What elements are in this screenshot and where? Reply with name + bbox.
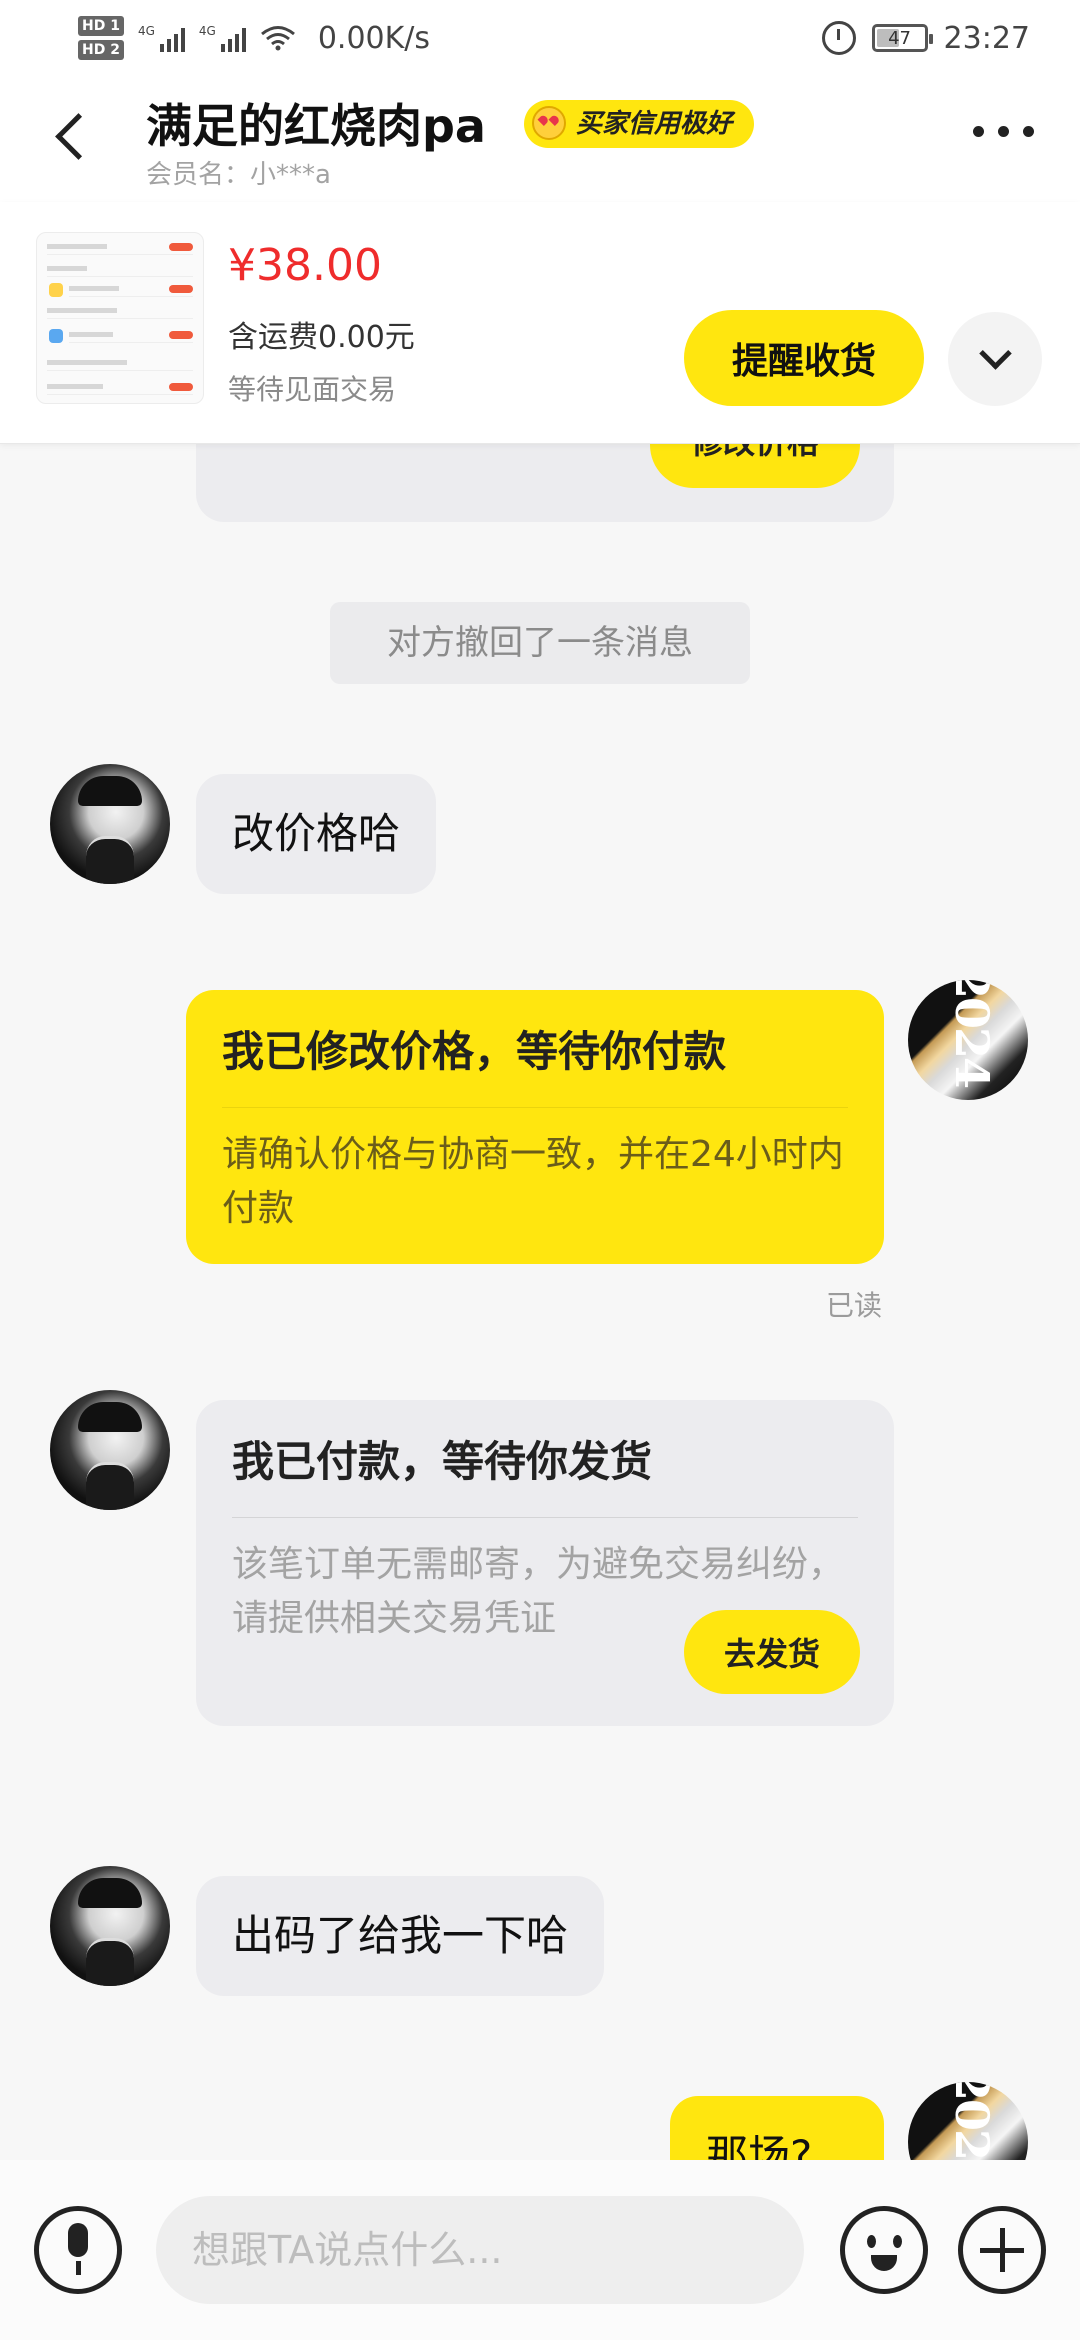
- message-bubble[interactable]: 那场?: [670, 2096, 884, 2160]
- chat-header: 满足的红烧肉pa 买家信用极好 会员名：小***a: [0, 74, 1080, 202]
- credit-badge-label: 买家信用极好: [576, 109, 733, 139]
- wifi-icon: [260, 26, 295, 51]
- price-modified-card[interactable]: 我已修改价格，等待你付款 请确认价格与协商一致，并在24小时内付款: [186, 990, 884, 1264]
- plus-icon[interactable]: [958, 2206, 1046, 2294]
- member-name: 会员名：小***a: [146, 160, 331, 190]
- read-receipt: 已读: [826, 1289, 883, 1322]
- back-arrow-icon[interactable]: [44, 106, 104, 166]
- my-avatar[interactable]: [908, 2082, 1028, 2160]
- order-price: ¥38.00: [228, 240, 382, 291]
- network-speed: 0.00K/s: [317, 20, 431, 56]
- shipping-fee: 含运费0.00元: [228, 320, 415, 355]
- page-title: 满足的红烧肉pa: [146, 99, 486, 153]
- modify-price-button[interactable]: 修改价格: [650, 444, 860, 488]
- message-bubble[interactable]: 出码了给我一下哈: [196, 1876, 605, 1996]
- network-type-2: 4G: [198, 24, 216, 38]
- card-title: 我已付款，等待你发货: [232, 1437, 653, 1486]
- paid-card[interactable]: 我已付款，等待你发货 该笔订单无需邮寄，为避免交易纠纷，请提供相关交易凭证 去发…: [196, 1400, 894, 1726]
- clock: 23:27: [943, 20, 1030, 56]
- avatar[interactable]: [50, 1390, 170, 1510]
- status-left: HD 1 HD 2 4G 4G 0.00K/s: [78, 10, 430, 66]
- input-bar: [0, 2160, 1080, 2340]
- system-message: 对方撤回了一条消息: [330, 602, 750, 684]
- trade-status: 等待见面交易: [228, 373, 397, 406]
- credit-badge[interactable]: 买家信用极好: [524, 100, 755, 148]
- ship-button[interactable]: 去发货: [684, 1610, 860, 1694]
- order-card[interactable]: ¥38.00 含运费0.00元 等待见面交易 提醒收货: [0, 202, 1080, 444]
- chevron-down-icon[interactable]: [948, 312, 1042, 406]
- message-input[interactable]: [156, 2196, 804, 2304]
- product-thumbnail[interactable]: [36, 232, 204, 404]
- message-card-partial: 修改价格: [196, 444, 894, 522]
- card-body: 请确认价格与协商一致，并在24小时内付款: [222, 1134, 844, 1229]
- avatar[interactable]: [50, 1866, 170, 1986]
- hd1-badge: HD 1: [78, 16, 124, 36]
- avatar[interactable]: [50, 764, 170, 884]
- signal-icon-2: 4G: [199, 24, 246, 52]
- my-avatar[interactable]: [908, 980, 1028, 1100]
- hd-indicators: HD 1 HD 2: [78, 16, 124, 60]
- message-bubble[interactable]: 改价格哈: [196, 774, 437, 894]
- card-divider: [232, 1517, 858, 1518]
- hd2-badge: HD 2: [78, 40, 124, 60]
- heart-eyes-emoji-icon: [532, 106, 566, 140]
- chat-messages[interactable]: 修改价格 对方撤回了一条消息 改价格哈 我已修改价格，等待你付款 请确认价格与协…: [0, 444, 1080, 2160]
- battery-level: 47: [888, 27, 911, 49]
- status-bar: HD 1 HD 2 4G 4G 0.00K/s 47 23:27: [0, 0, 1080, 74]
- more-options-icon[interactable]: [973, 126, 1034, 137]
- emoji-icon[interactable]: [840, 2206, 928, 2294]
- network-type-1: 4G: [137, 24, 155, 38]
- card-title: 我已修改价格，等待你付款: [222, 1027, 727, 1076]
- microphone-icon[interactable]: [34, 2206, 122, 2294]
- status-right: 47 23:27: [821, 10, 1030, 66]
- remind-receipt-button[interactable]: 提醒收货: [684, 310, 924, 406]
- alarm-icon: [821, 21, 856, 55]
- battery-icon: 47: [871, 24, 933, 52]
- card-divider: [222, 1107, 848, 1108]
- signal-icon: 4G: [138, 24, 185, 52]
